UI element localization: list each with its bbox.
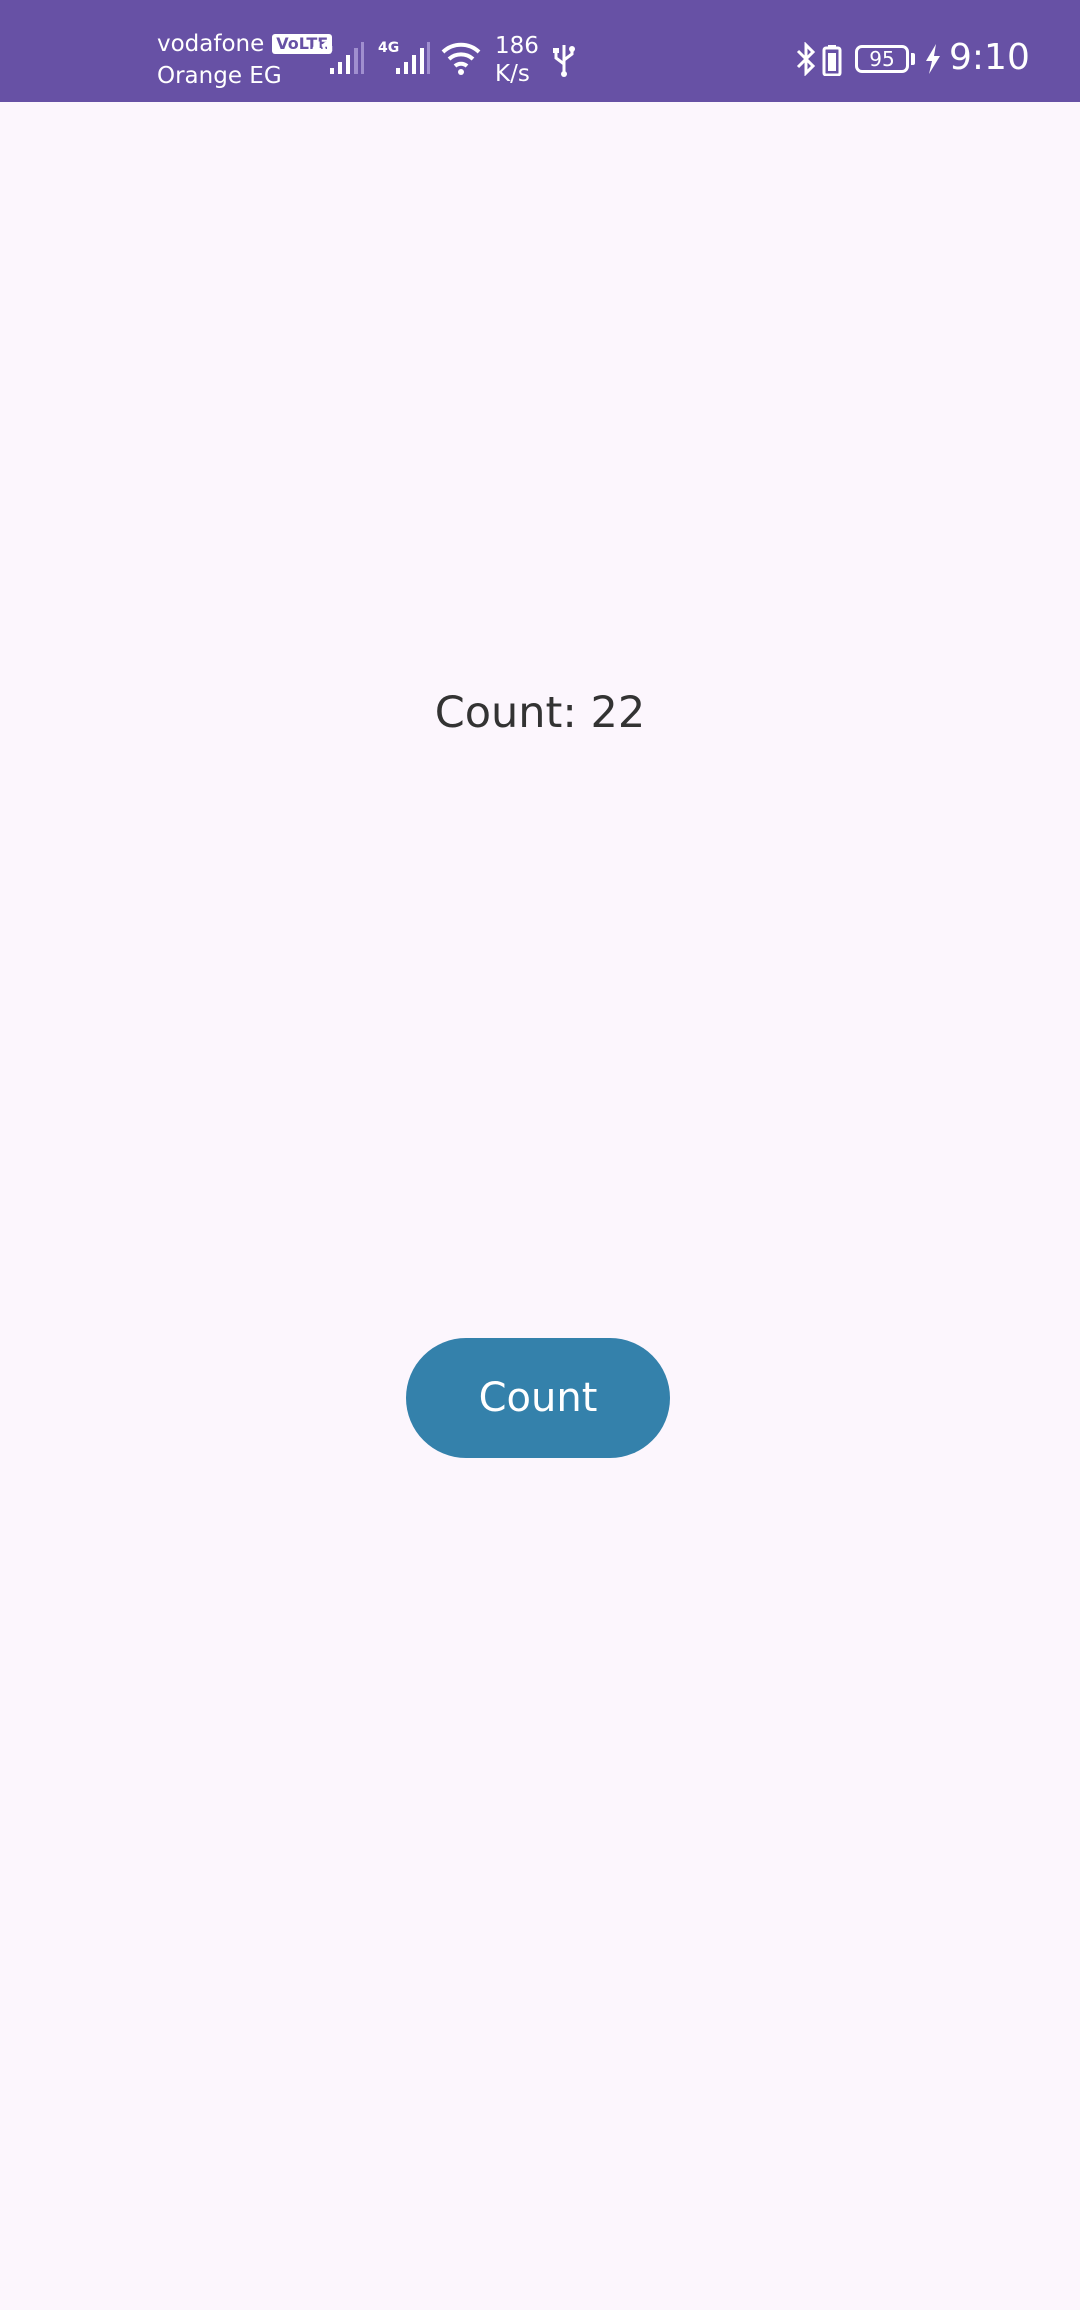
carrier-info: vodafone VoLTE Orange EG xyxy=(157,28,333,92)
network-speed-unit: K/s xyxy=(495,61,530,87)
battery-saver-icon xyxy=(822,45,842,76)
carrier-name-primary: vodafone xyxy=(157,31,265,57)
network-speed-value: 186 xyxy=(495,33,539,59)
battery-tip xyxy=(911,53,915,65)
count-display: Count: 22 xyxy=(434,688,646,738)
network-speed: 186 K/s xyxy=(495,32,539,88)
status-bar: vodafone VoLTE Orange EG 4G 4G 186 K/s 9… xyxy=(0,0,1080,102)
bluetooth-icon xyxy=(796,42,816,76)
clock: 9:10 xyxy=(949,37,1030,78)
usb-icon xyxy=(553,45,575,77)
wifi-icon xyxy=(441,42,481,75)
count-button[interactable]: Count xyxy=(406,1338,670,1458)
charging-icon xyxy=(926,44,940,74)
battery-level: 95 xyxy=(869,47,895,71)
signal-icon xyxy=(396,42,430,74)
battery-icon: 95 xyxy=(855,45,909,73)
signal-icon xyxy=(330,42,364,74)
carrier-name-secondary: Orange EG xyxy=(157,63,282,89)
